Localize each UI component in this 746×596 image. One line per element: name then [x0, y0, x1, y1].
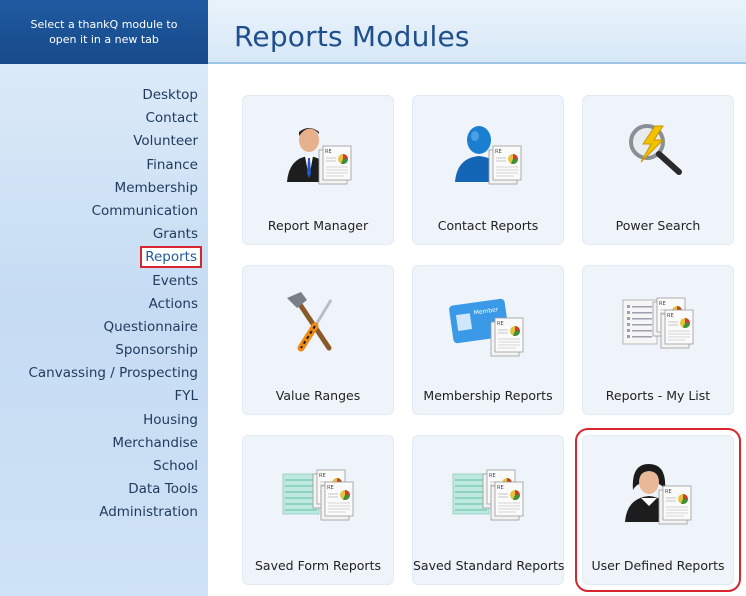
sidebar-item-fyl[interactable]: FYL: [28, 385, 198, 408]
sidebar-item-housing[interactable]: Housing: [28, 409, 198, 432]
membership-reports-icon: Member: [449, 298, 524, 357]
sidebar: Desktop Contact Volunteer Finance Member…: [0, 64, 208, 596]
sidebar-header: Select a thankQ module to open it in a n…: [0, 0, 208, 64]
user-defined-reports-icon: [625, 464, 692, 525]
sidebar-item-finance[interactable]: Finance: [28, 154, 198, 177]
sidebar-item-data-tools[interactable]: Data Tools: [28, 478, 198, 501]
sidebar-item-reports[interactable]: Reports: [28, 246, 202, 269]
contact-reports-icon: [455, 126, 522, 185]
sidebar-item-communication[interactable]: Communication: [28, 200, 198, 223]
tile-user-defined-reports[interactable]: User Defined Reports: [575, 428, 741, 592]
sidebar-item-desktop[interactable]: Desktop: [28, 84, 198, 107]
sidebar-item-school[interactable]: School: [28, 455, 198, 478]
tile-label: Contact Reports: [437, 218, 539, 233]
sidebar-item-volunteer[interactable]: Volunteer: [28, 130, 198, 153]
page-title: Reports Modules: [234, 20, 470, 53]
tile-saved-form-reports[interactable]: Saved Form Reports: [242, 435, 394, 585]
sidebar-item-merchandise[interactable]: Merchandise: [28, 432, 198, 455]
tile-label: Membership Reports: [423, 388, 553, 403]
reports-my-list-icon: [622, 297, 694, 349]
tile-membership-reports[interactable]: Member Membership Reports: [412, 265, 564, 415]
tile-contact-reports[interactable]: Contact Reports: [412, 95, 564, 245]
power-search-icon: [629, 124, 682, 175]
sidebar-item-grants[interactable]: Grants: [28, 223, 198, 246]
tile-reports-my-list[interactable]: Reports - My List: [582, 265, 734, 415]
sidebar-item-questionnaire[interactable]: Questionnaire: [28, 316, 198, 339]
saved-form-reports-icon: [282, 469, 354, 521]
sidebar-header-line1: Select a thankQ module to: [30, 18, 178, 31]
tile-label: Saved Standard Reports: [413, 558, 565, 573]
tile-label: User Defined Reports: [591, 558, 725, 573]
tile-report-manager[interactable]: Report Manager: [242, 95, 394, 245]
sidebar-item-actions[interactable]: Actions: [28, 293, 198, 316]
tile-label: Value Ranges: [275, 388, 361, 403]
tile-saved-standard-reports[interactable]: Saved Standard Reports: [412, 435, 564, 585]
sidebar-item-sponsorship[interactable]: Sponsorship: [28, 339, 198, 362]
tile-label: Power Search: [615, 218, 701, 233]
report-manager-icon: [287, 128, 352, 185]
tile-label: Saved Form Reports: [254, 558, 381, 573]
saved-standard-reports-icon: [452, 469, 524, 521]
tile-label: Report Manager: [267, 218, 369, 233]
sidebar-item-events[interactable]: Events: [28, 270, 198, 293]
sidebar-header-line2: open it in a new tab: [49, 33, 159, 46]
tile-power-search[interactable]: Power Search: [582, 95, 734, 245]
sidebar-item-membership[interactable]: Membership: [28, 177, 198, 200]
sidebar-item-contact[interactable]: Contact: [28, 107, 198, 130]
sidebar-item-canvassing-prospecting[interactable]: Canvassing / Prospecting: [28, 362, 198, 385]
module-nav-list: Desktop Contact Volunteer Finance Member…: [28, 84, 202, 525]
value-ranges-icon: [287, 292, 333, 352]
sidebar-item-administration[interactable]: Administration: [28, 501, 198, 524]
title-band: Reports Modules: [208, 0, 746, 64]
tile-value-ranges[interactable]: Value Ranges: [242, 265, 394, 415]
tile-label: Reports - My List: [605, 388, 711, 403]
